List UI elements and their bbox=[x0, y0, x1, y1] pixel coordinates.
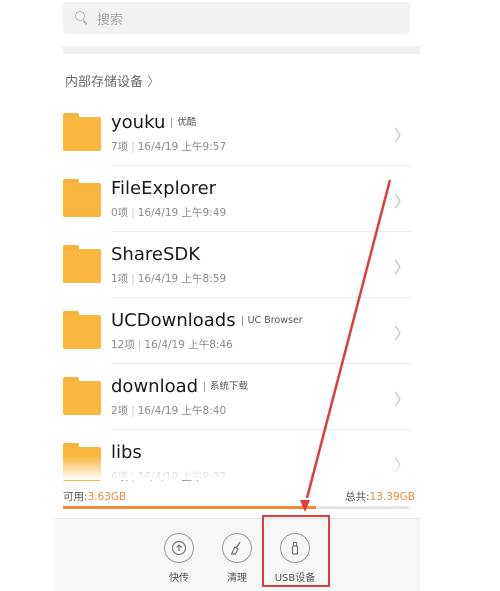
folder-app-tag: 优酷 bbox=[171, 117, 196, 128]
folder-row-ucdownloads[interactable]: UCDownloads UC Browser 12项 | 16/4/19 上午8:4… bbox=[55, 298, 420, 364]
folder-item-count: 0项 bbox=[111, 207, 129, 219]
folder-modified-time: 16/4/19 上午9:57 bbox=[137, 141, 227, 153]
folder-item-count: 12项 bbox=[111, 339, 135, 351]
folder-item-count: 7项 bbox=[111, 141, 129, 153]
file-manager-screen: 搜索 内部存储设备 〉 youku 优酷 7项 | 16/4/19 上午9:57 〉… bbox=[55, 0, 420, 591]
storage-progress-bar bbox=[63, 506, 409, 509]
folder-row-sharesdk[interactable]: ShareSDK 1项 | 16/4/19 上午8:59 〉 bbox=[55, 232, 420, 298]
chevron-right-icon: 〉 bbox=[147, 75, 161, 90]
upload-icon bbox=[164, 533, 194, 563]
folder-item-count: 2项 bbox=[111, 405, 129, 417]
breadcrumb[interactable]: 内部存储设备 〉 bbox=[65, 71, 160, 90]
send-button[interactable]: 快传 bbox=[157, 533, 201, 584]
folder-icon bbox=[63, 311, 101, 349]
available-label: 可用: bbox=[63, 491, 88, 503]
folder-modified-time: 16/4/19 上午8:46 bbox=[144, 339, 233, 351]
section-divider bbox=[63, 46, 420, 54]
folder-name: ShareSDK bbox=[111, 244, 201, 265]
list-fade bbox=[55, 456, 420, 480]
chevron-right-icon: 〉 bbox=[393, 258, 410, 277]
folder-name: UCDownloads bbox=[111, 310, 236, 331]
clean-button[interactable]: 清理 bbox=[215, 533, 259, 584]
send-label: 快传 bbox=[169, 573, 189, 584]
folder-name: download bbox=[111, 376, 199, 397]
available-value: 3.63GB bbox=[87, 491, 127, 503]
folder-modified-time: 16/4/19 上午8:59 bbox=[137, 273, 227, 285]
folder-icon bbox=[63, 245, 101, 283]
folder-icon bbox=[63, 377, 101, 415]
search-icon bbox=[75, 11, 89, 25]
folder-modified-time: 16/4/19 上午9:49 bbox=[137, 207, 227, 219]
folder-row-download[interactable]: download 系统下载 2项 | 16/4/19 上午8:40 〉 bbox=[55, 364, 420, 430]
chevron-right-icon: 〉 bbox=[393, 126, 410, 145]
bottom-toolbar: 快传 清理 USB设备 bbox=[55, 518, 420, 591]
search-bar[interactable]: 搜索 bbox=[63, 2, 410, 34]
folder-app-tag: UC Browser bbox=[241, 315, 303, 326]
folder-row-youku[interactable]: youku 优酷 7项 | 16/4/19 上午9:57 〉 bbox=[55, 100, 420, 166]
broom-icon bbox=[222, 533, 252, 563]
folder-row-fileexplorer[interactable]: FileExplorer 0项 | 16/4/19 上午9:49 〉 bbox=[55, 166, 420, 232]
total-label: 总共: bbox=[345, 491, 370, 503]
total-value: 13.39GB bbox=[369, 491, 415, 503]
folder-name: FileExplorer bbox=[111, 178, 217, 199]
chevron-right-icon: 〉 bbox=[393, 192, 410, 211]
storage-progress-fill bbox=[63, 506, 316, 509]
file-list: youku 优酷 7项 | 16/4/19 上午9:57 〉 FileExplore… bbox=[55, 100, 420, 496]
folder-item-count: 1项 bbox=[111, 273, 129, 285]
folder-name: youku bbox=[111, 112, 166, 133]
folder-icon bbox=[63, 179, 101, 217]
search-placeholder: 搜索 bbox=[97, 12, 124, 28]
chevron-right-icon: 〉 bbox=[393, 390, 410, 409]
breadcrumb-label: 内部存储设备 bbox=[65, 75, 144, 90]
folder-modified-time: 16/4/19 上午8:40 bbox=[137, 405, 227, 417]
clean-label: 清理 bbox=[227, 573, 247, 584]
annotation-highlight-box bbox=[262, 515, 330, 587]
folder-app-tag: 系统下载 bbox=[204, 381, 248, 392]
chevron-right-icon: 〉 bbox=[393, 324, 410, 343]
folder-icon bbox=[63, 113, 101, 151]
